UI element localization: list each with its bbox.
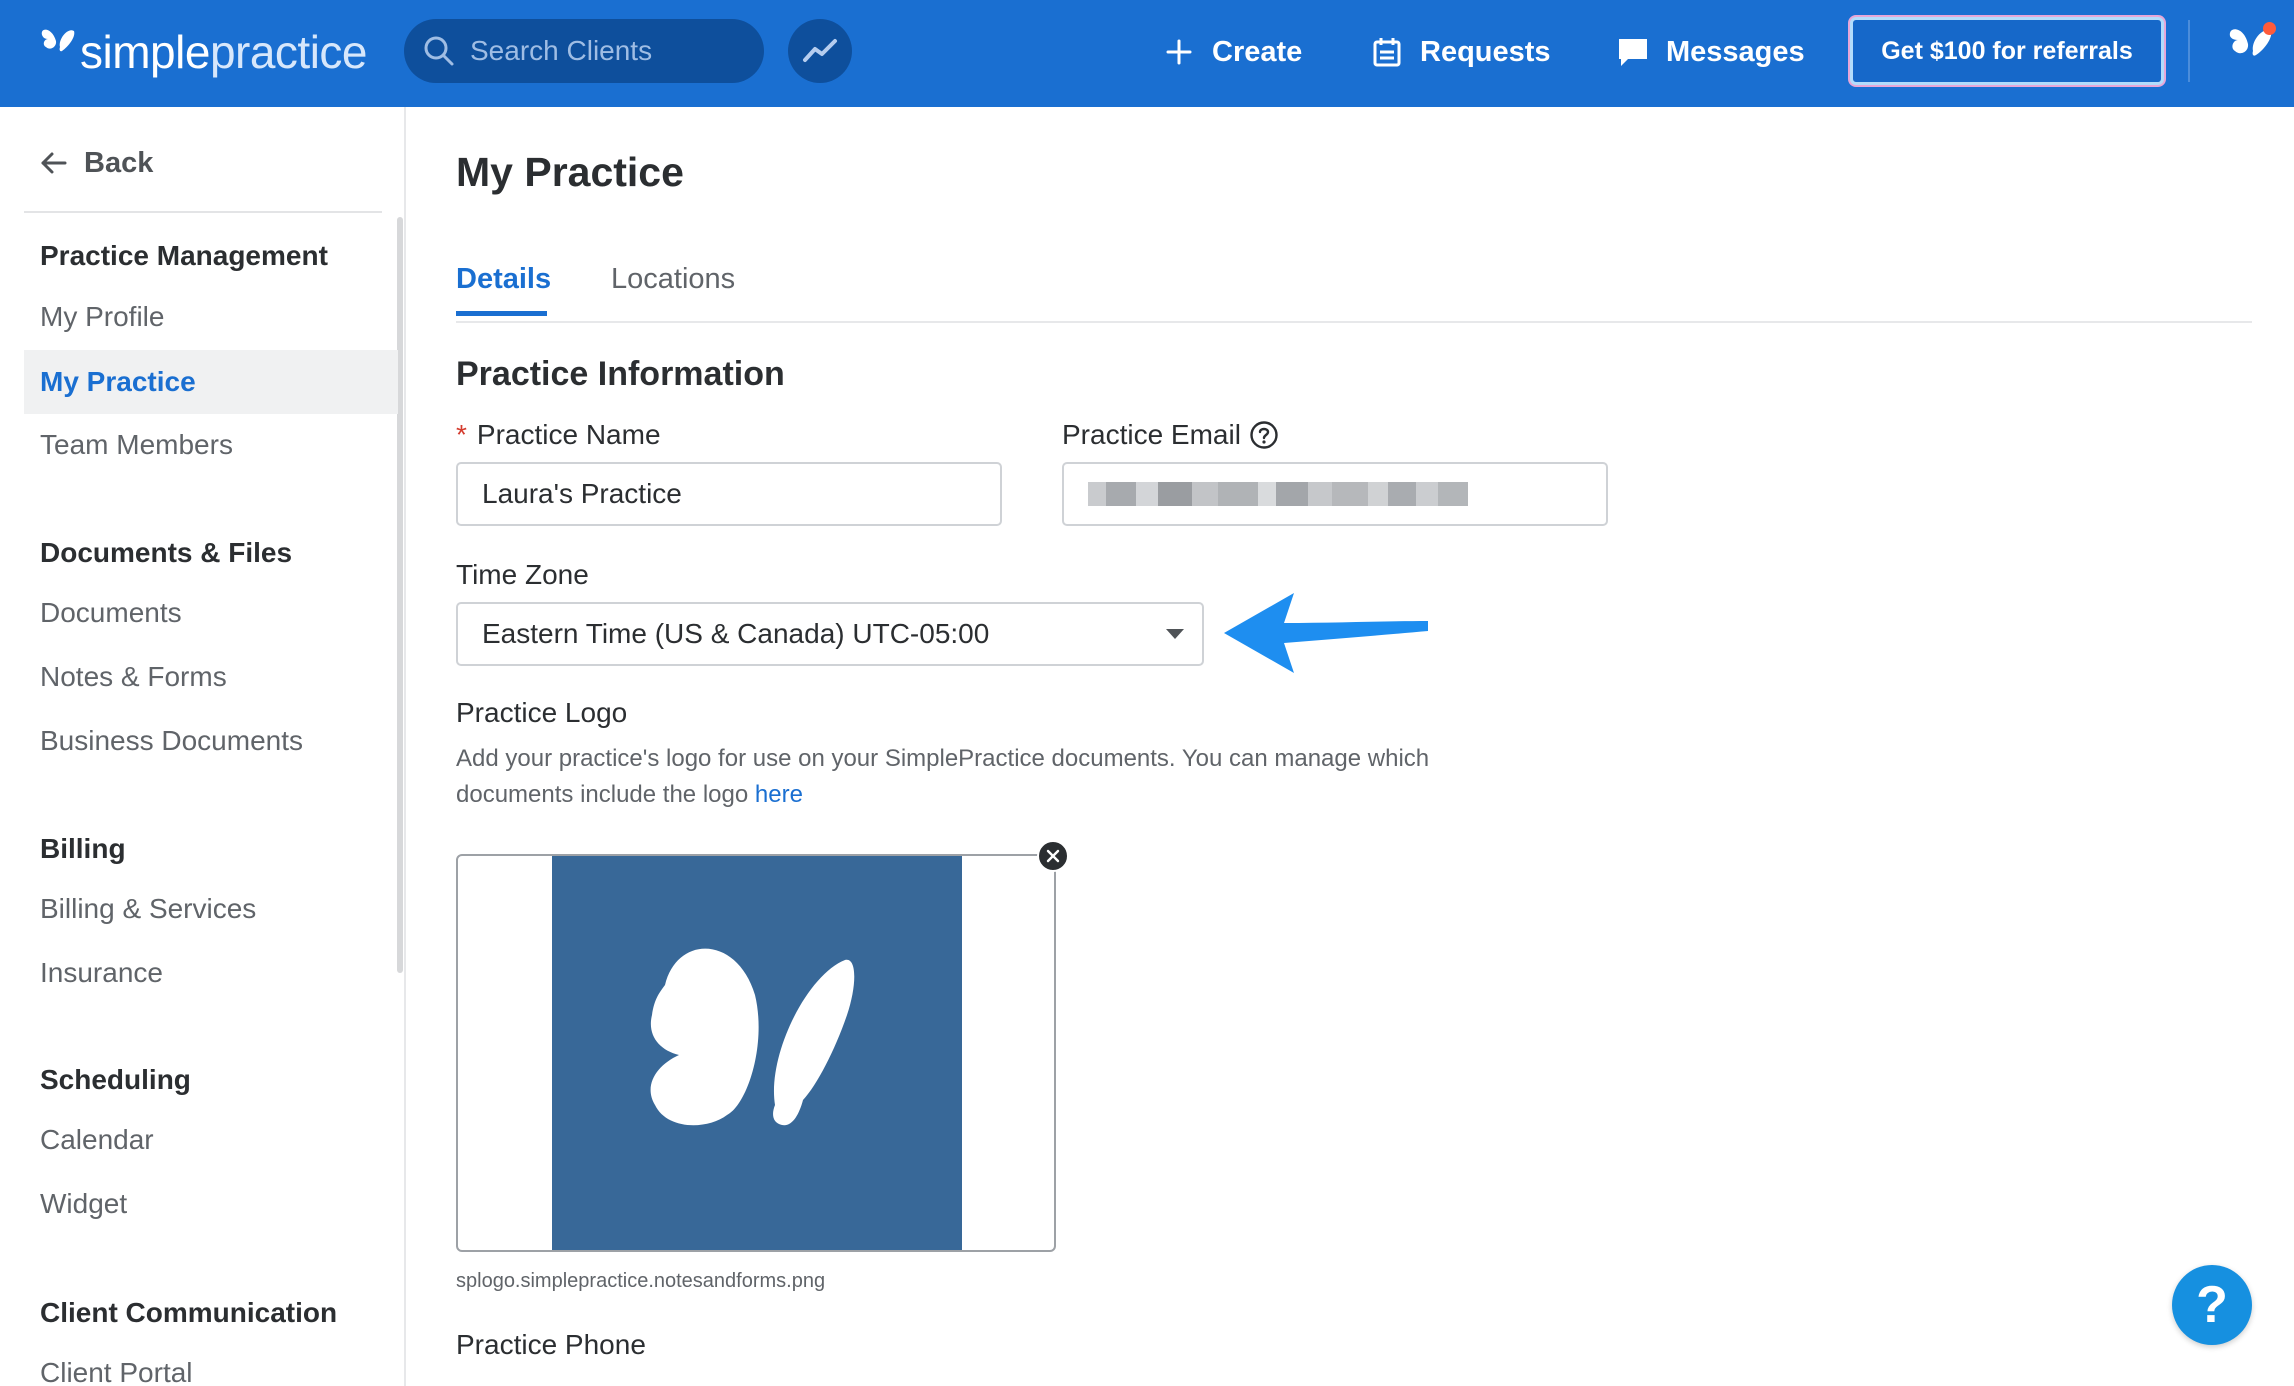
practice-name-field[interactable] [456, 462, 1002, 526]
sidebar-item-notes-forms[interactable]: Notes & Forms [40, 661, 227, 693]
sidebar-item-insurance[interactable]: Insurance [40, 957, 163, 989]
plus-icon [1166, 39, 1192, 65]
sidebar-item-client-portal[interactable]: Client Portal [40, 1357, 193, 1386]
section-heading-client-communication: Client Communication [40, 1297, 338, 1328]
practice-email-field[interactable] [1062, 462, 1608, 526]
requests-button[interactable]: Requests [1370, 22, 1551, 82]
practice-name-label-text: Practice Name [476, 419, 661, 450]
insights-button[interactable] [788, 19, 852, 83]
insights-chart-icon [803, 39, 837, 62]
practice-logo-description-text: Add your practice's logo for use on your… [456, 745, 1430, 808]
tab-bar: Details Locations [456, 257, 2252, 323]
section-heading-practice-management: Practice Management [40, 240, 328, 271]
create-label: Create [1212, 35, 1303, 68]
time-zone-value: Eastern Time (US & Canada) UTC-05:00 [482, 618, 990, 649]
sidebar-item-my-practice[interactable]: My Practice [24, 350, 398, 414]
calendar-icon [1373, 38, 1401, 67]
practice-name-label: * Practice Name [456, 419, 661, 451]
back-link[interactable]: Back [38, 143, 153, 183]
tab-details[interactable]: Details [456, 263, 551, 316]
help-circle-icon[interactable] [1249, 420, 1279, 450]
brand-name-part2: practice [209, 26, 368, 78]
manage-logo-link[interactable]: here [755, 781, 803, 808]
messages-label: Messages [1666, 35, 1805, 68]
page-title: My Practice [456, 149, 684, 195]
notification-dot [2263, 22, 2276, 35]
topbar-divider [2188, 20, 2190, 82]
section-heading-documents-files: Documents & Files [40, 537, 293, 568]
search-icon [424, 36, 454, 66]
settings-sidebar: Back Practice Management My Profile My P… [0, 107, 406, 1386]
sidebar-divider [24, 211, 382, 213]
time-zone-label: Time Zone [456, 559, 589, 590]
practice-logo-preview[interactable] [456, 854, 1056, 1252]
practice-email-label: Practice Email [1062, 419, 1279, 451]
practice-email-label-text: Practice Email [1062, 419, 1241, 450]
practice-logo-description: Add your practice's logo for use on your… [456, 741, 1516, 813]
referral-button[interactable]: Get $100 for referrals [1850, 17, 2164, 85]
help-button[interactable]: ? [2172, 1265, 2252, 1345]
search-clients-box[interactable] [404, 19, 764, 83]
butterfly-logo-icon [41, 29, 75, 52]
logo-image [552, 856, 962, 1250]
redacted-email-value [1088, 482, 1468, 506]
time-zone-select[interactable]: Eastern Time (US & Canada) UTC-05:00 [456, 602, 1204, 666]
close-icon [1046, 849, 1060, 863]
messages-button[interactable]: Messages [1616, 22, 1805, 82]
sidebar-item-team-members[interactable]: Team Members [40, 429, 233, 461]
section-title-practice-information: Practice Information [456, 355, 785, 393]
top-navigation-bar: simple practice Create Requests [0, 0, 2294, 107]
sidebar-item-my-profile[interactable]: My Profile [40, 301, 164, 333]
create-button[interactable]: Create [1162, 22, 1302, 82]
account-menu[interactable] [2226, 22, 2276, 72]
brand-name-part1: simple [80, 26, 210, 78]
practice-name-input[interactable] [482, 478, 1000, 510]
sidebar-item-calendar[interactable]: Calendar [40, 1124, 154, 1156]
annotation-arrow-icon [1224, 593, 1428, 673]
sidebar-item-billing-services[interactable]: Billing & Services [40, 893, 256, 925]
search-input[interactable] [470, 35, 750, 67]
sidebar-item-documents[interactable]: Documents [40, 597, 182, 629]
back-label: Back [84, 146, 154, 179]
requests-label: Requests [1420, 35, 1551, 68]
practice-logo-label: Practice Logo [456, 697, 628, 728]
chat-bubble-icon [1619, 39, 1647, 66]
sidebar-item-business-documents[interactable]: Business Documents [40, 725, 303, 757]
section-heading-billing: Billing [40, 833, 126, 864]
section-heading-scheduling: Scheduling [40, 1064, 191, 1095]
arrow-left-icon [41, 152, 67, 174]
practice-phone-label: Practice Phone [456, 1329, 646, 1360]
sidebar-item-widget[interactable]: Widget [40, 1188, 127, 1220]
remove-logo-button[interactable] [1037, 840, 1069, 872]
butterfly-logo-icon [650, 948, 855, 1126]
caret-down-icon [1166, 629, 1184, 639]
tab-locations[interactable]: Locations [611, 263, 735, 296]
brand-logo[interactable]: simple practice [38, 22, 368, 82]
sidebar-scrollbar[interactable] [397, 217, 403, 973]
main-content: My Practice Details Locations Practice I… [408, 107, 2294, 1386]
required-asterisk: * [456, 419, 467, 450]
logo-filename: splogo.simplepractice.notesandforms.png [456, 1270, 826, 1292]
